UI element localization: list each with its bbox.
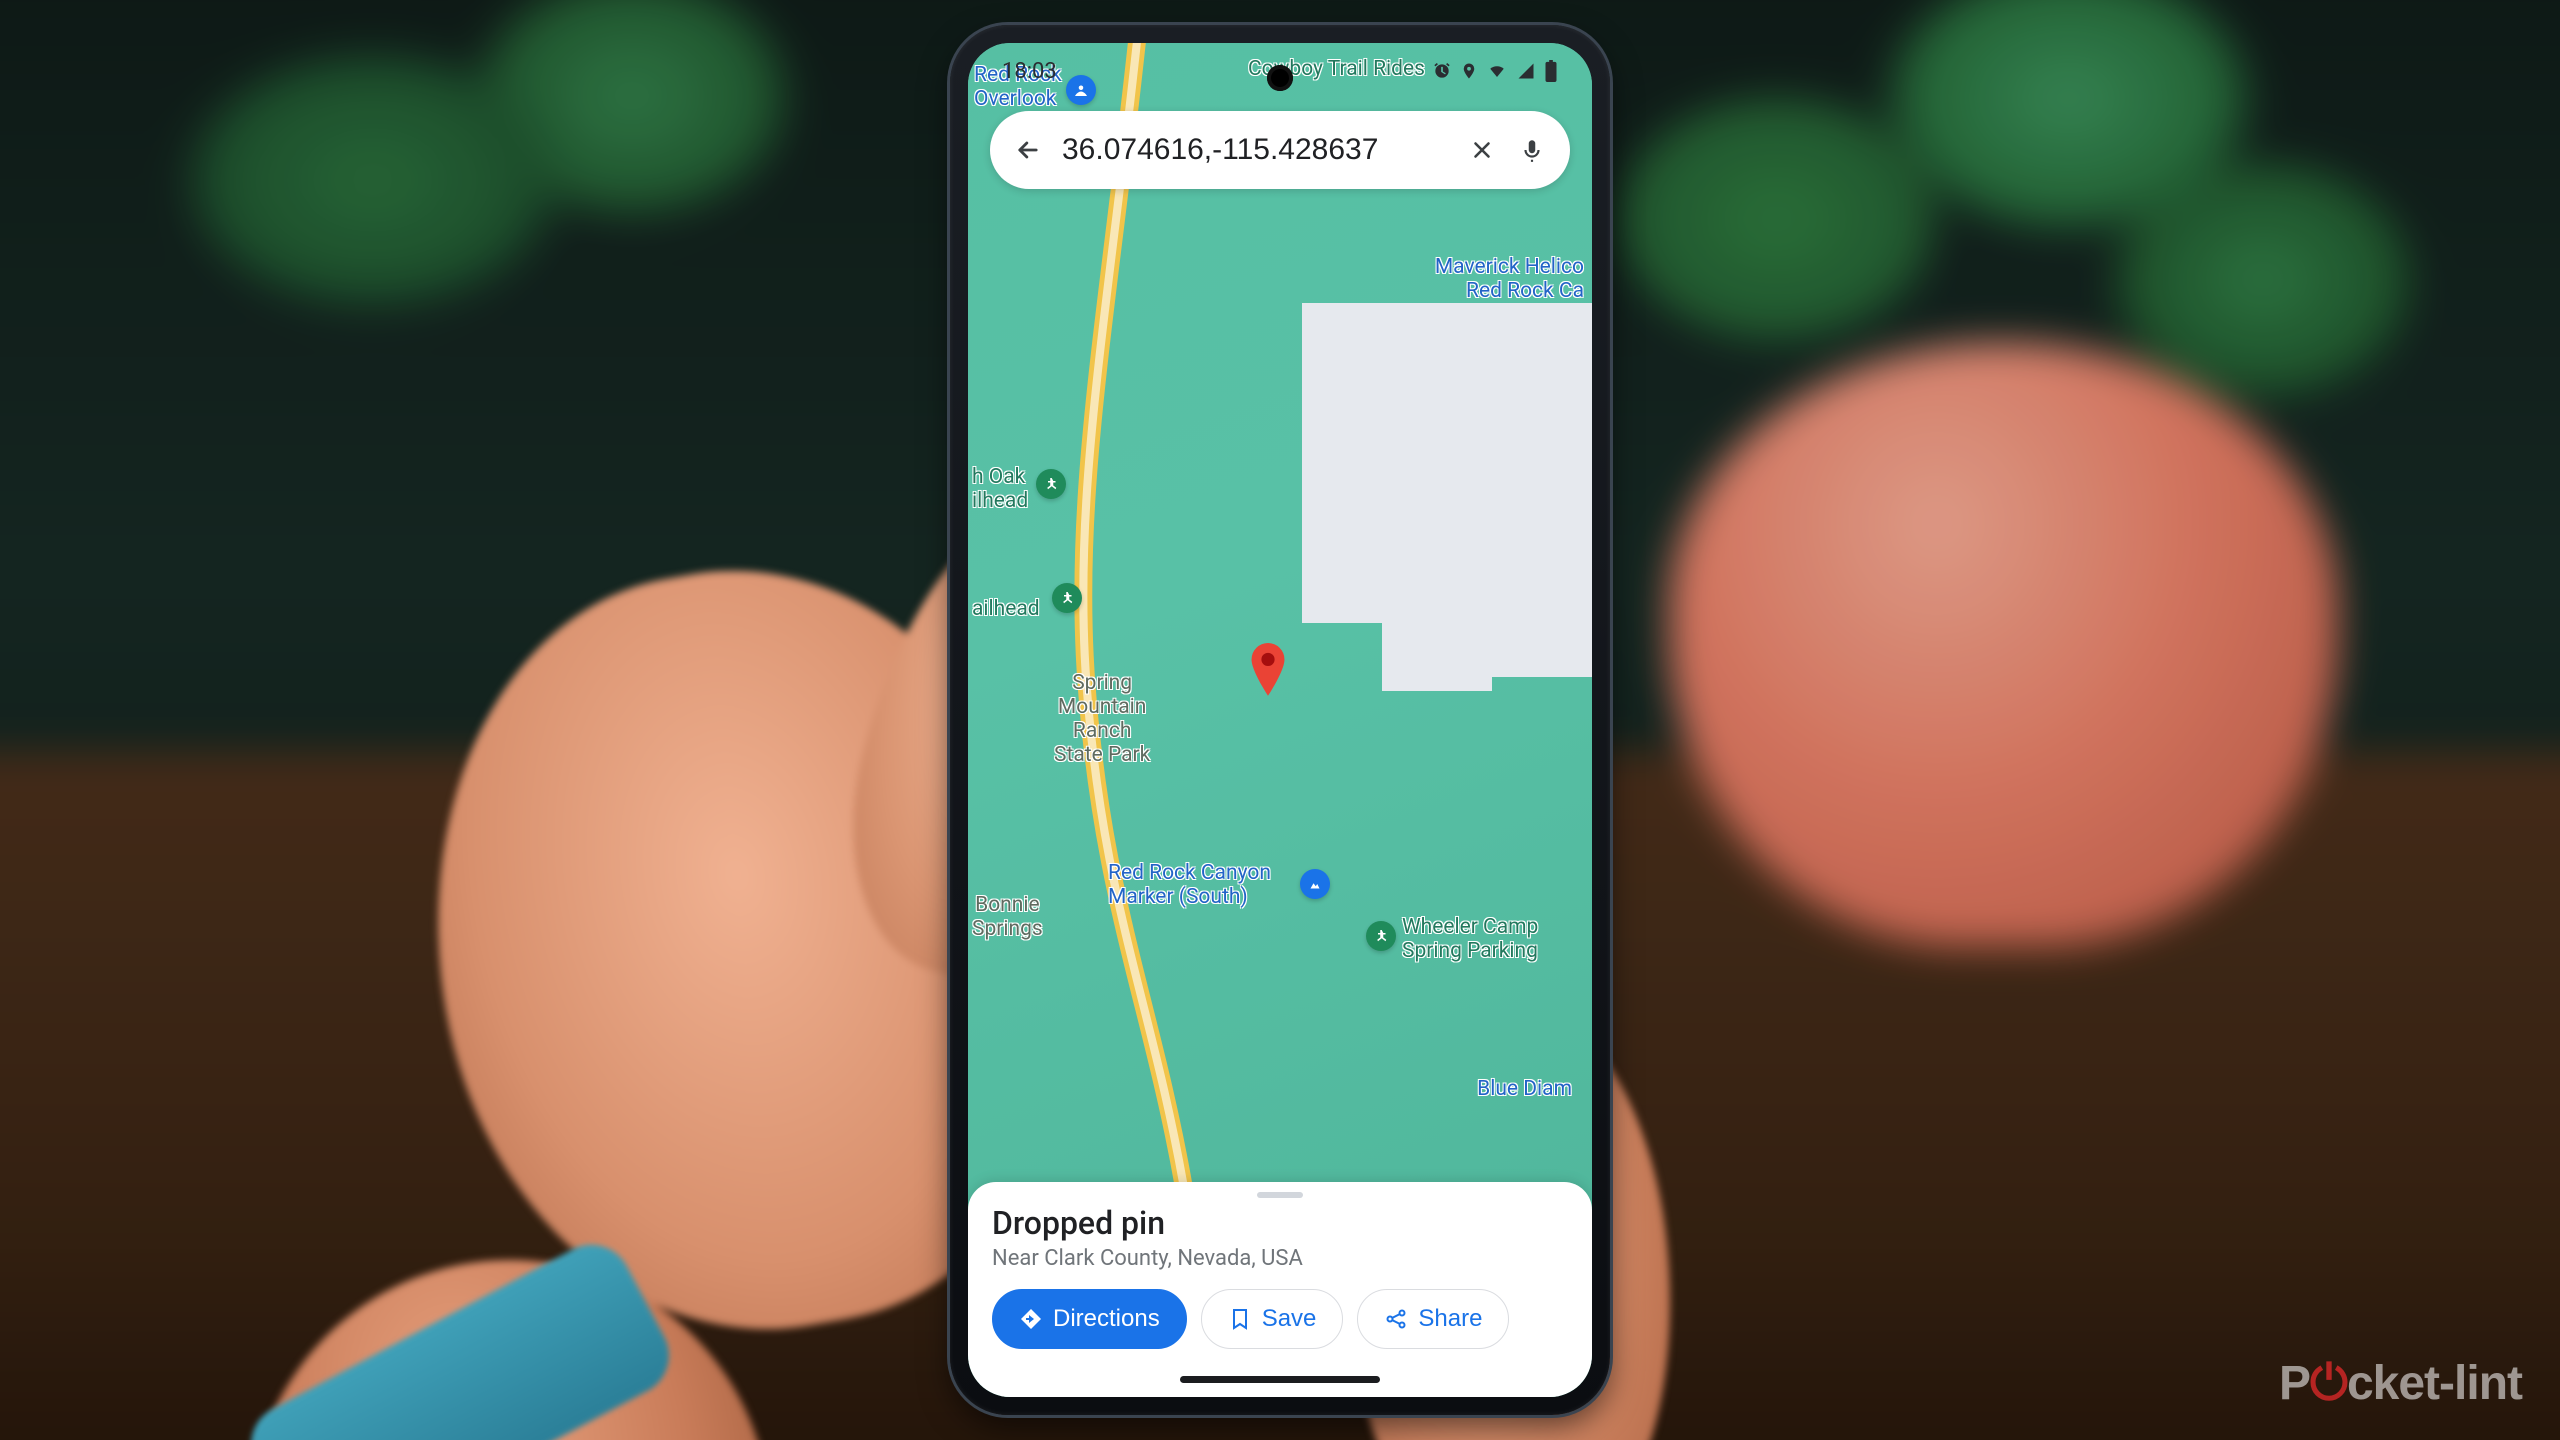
- watermark-rest: cket-lint: [2347, 1357, 2522, 1410]
- map-label-bonnie: Bonnie Springs: [972, 893, 1043, 941]
- nav-home-indicator[interactable]: [1180, 1376, 1380, 1383]
- dropped-pin[interactable]: [1248, 643, 1288, 699]
- poi-marker-oak[interactable]: [1036, 469, 1066, 499]
- share-button[interactable]: Share: [1357, 1289, 1509, 1349]
- map-label-ailhead: ailhead: [972, 597, 1040, 621]
- back-button[interactable]: [1010, 130, 1046, 170]
- map-label-maverick: Maverick Helico Red Rock Ca: [1435, 255, 1584, 303]
- action-chip-row: Directions Save Share: [992, 1289, 1568, 1349]
- share-icon: [1384, 1307, 1408, 1331]
- directions-button[interactable]: Directions: [992, 1289, 1187, 1349]
- directions-icon: [1019, 1307, 1043, 1331]
- map-label-wheeler: Wheeler Camp Spring Parking: [1402, 915, 1538, 963]
- place-title: Dropped pin: [992, 1204, 1568, 1242]
- map-block: [1482, 603, 1592, 677]
- map-label-oak: h Oak ilhead: [972, 465, 1028, 513]
- directions-label: Directions: [1053, 1305, 1160, 1333]
- poi-marker-overlook[interactable]: [1066, 75, 1096, 105]
- save-button[interactable]: Save: [1201, 1289, 1344, 1349]
- phone-screen: 18:03 Re: [968, 43, 1592, 1397]
- poi-marker-wheeler[interactable]: [1366, 921, 1396, 951]
- bookmark-icon: [1228, 1307, 1252, 1331]
- save-label: Save: [1262, 1305, 1317, 1333]
- watermark-p: P: [2279, 1357, 2310, 1410]
- clear-search-button[interactable]: [1464, 130, 1500, 170]
- place-card[interactable]: Dropped pin Near Clark County, Nevada, U…: [968, 1182, 1592, 1397]
- map-label-spring-mountain: Spring Mountain Ranch State Park: [1054, 671, 1150, 768]
- poi-marker-ailhead[interactable]: [1052, 583, 1082, 613]
- map-label-red-rock-marker: Red Rock Canyon Marker (South): [1108, 861, 1271, 909]
- map-label-blue-diam: Blue Diam: [1477, 1077, 1572, 1101]
- map-block: [1382, 621, 1492, 691]
- place-subtitle: Near Clark County, Nevada, USA: [992, 1246, 1568, 1271]
- power-icon: ⏻: [2310, 1357, 2347, 1410]
- map-label-overlook: Red Rock Overlook: [974, 63, 1062, 111]
- phone-frame: 18:03 Re: [950, 25, 1610, 1415]
- arrow-left-icon: [1014, 136, 1042, 164]
- map-block: [1302, 303, 1592, 623]
- share-label: Share: [1418, 1305, 1482, 1333]
- card-drag-handle[interactable]: [1257, 1192, 1303, 1198]
- mic-icon: [1519, 136, 1545, 164]
- poi-marker-red-rock[interactable]: [1300, 869, 1330, 899]
- search-input[interactable]: [1060, 132, 1450, 168]
- voice-search-button[interactable]: [1514, 130, 1550, 170]
- camera-hole: [1267, 65, 1293, 91]
- close-icon: [1469, 137, 1495, 163]
- brand-watermark: P⏻cket-lint: [2279, 1356, 2522, 1412]
- search-bar: [990, 111, 1570, 189]
